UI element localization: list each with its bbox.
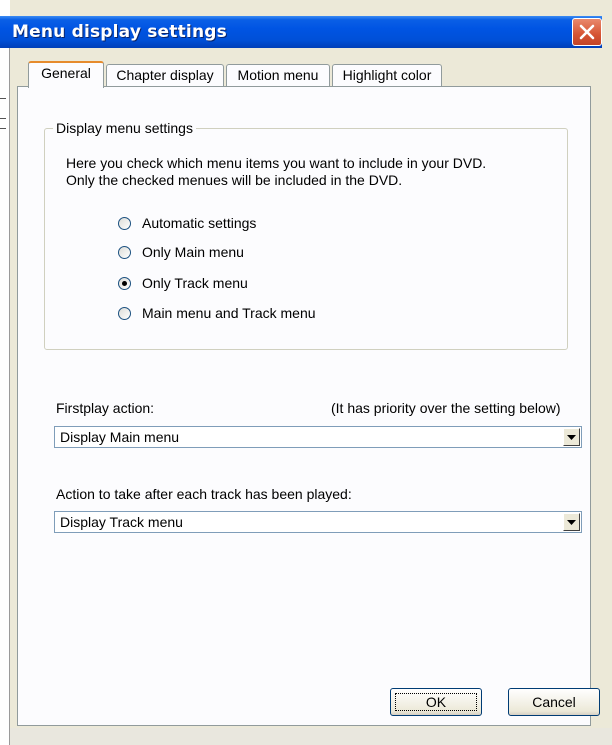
radio-button[interactable] (118, 307, 131, 320)
edge-tick (0, 128, 6, 129)
close-button[interactable] (572, 18, 602, 46)
edge-tick (0, 118, 6, 119)
chevron-down-icon (567, 520, 576, 525)
tab-motion-menu[interactable]: Motion menu (226, 64, 330, 86)
tab-label: Motion menu (237, 67, 319, 83)
radio-button[interactable] (118, 277, 131, 290)
firstplay-note: (It has priority over the setting below) (331, 400, 561, 416)
radio-label: Only Track menu (142, 275, 248, 291)
window-bottom-edge (10, 728, 612, 745)
tab-chapter-display[interactable]: Chapter display (106, 64, 224, 86)
group-description-line2: Only the checked menues will be included… (66, 172, 403, 188)
chevron-down-icon (567, 435, 576, 440)
radio-label: Only Main menu (142, 244, 244, 260)
radio-button[interactable] (118, 246, 131, 259)
ok-button[interactable]: OK (390, 688, 482, 716)
tab-label: Chapter display (116, 67, 214, 83)
radio-label: Main menu and Track menu (142, 305, 316, 321)
dropdown-button[interactable] (563, 428, 580, 446)
cancel-button-label: Cancel (532, 694, 576, 710)
firstplay-label: Firstplay action: (56, 400, 155, 416)
window-title: Menu display settings (12, 22, 227, 42)
ok-button-label: OK (425, 694, 447, 710)
tab-highlight-color[interactable]: Highlight color (332, 64, 442, 86)
cancel-button[interactable]: Cancel (508, 688, 600, 716)
close-icon (579, 24, 595, 40)
group-description-line1: Here you check which menu items you want… (66, 155, 487, 171)
radio-label: Automatic settings (142, 215, 257, 231)
after-track-label: Action to take after each track has been… (56, 486, 352, 502)
background-window-edge (0, 48, 10, 745)
dropdown-button[interactable] (563, 513, 580, 531)
after-track-select[interactable]: Display Track menu (54, 511, 582, 533)
firstplay-select-value: Display Main menu (60, 429, 180, 445)
radio-button[interactable] (118, 217, 131, 230)
group-legend: Display menu settings (53, 120, 196, 136)
tab-label: Highlight color (342, 67, 432, 83)
tab-label: General (41, 65, 91, 81)
tab-general[interactable]: General (28, 61, 104, 88)
firstplay-select[interactable]: Display Main menu (54, 426, 582, 448)
after-track-select-value: Display Track menu (60, 514, 183, 530)
edge-tick (0, 98, 6, 99)
